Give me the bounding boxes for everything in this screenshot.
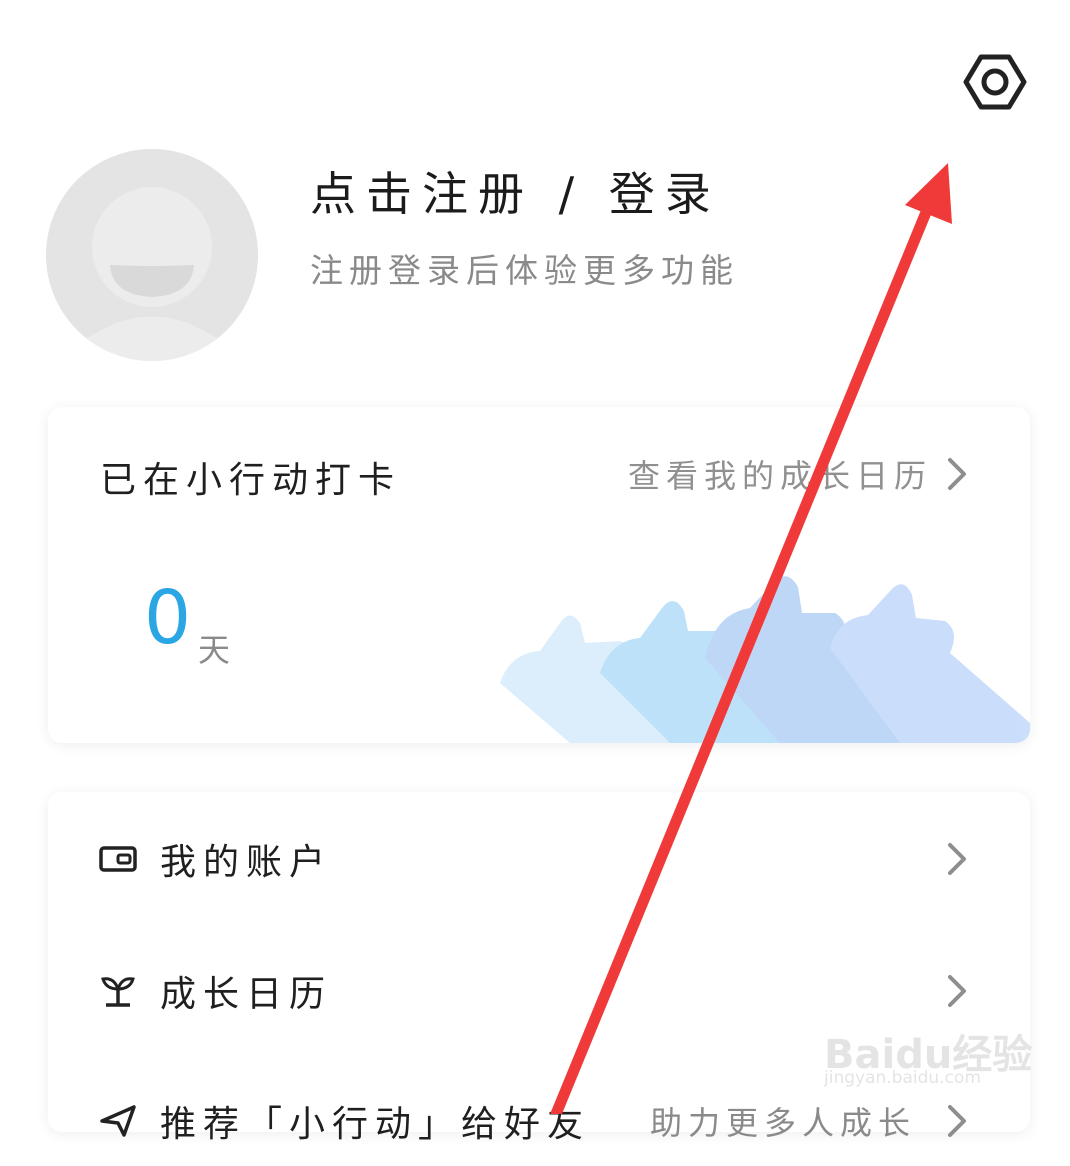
checkin-title: 已在小行动打卡 [100, 460, 402, 501]
watermark-url: jingyan.baidu.com [824, 1068, 981, 1088]
chevron-right-icon [948, 975, 966, 1007]
menu-item-label: 成长日历 [160, 974, 333, 1015]
checkin-card: 已在小行动打卡 查看我的成长日历 0 天 [48, 407, 1030, 743]
menu-item-extra: 助力更多人成长 [650, 1104, 917, 1142]
menu-item-label: 推荐「小行动」给好友 [160, 1104, 591, 1145]
settings-button[interactable] [962, 52, 1028, 112]
thumbs-up-illustration [500, 576, 1030, 743]
menu-item-label: 我的账户 [160, 842, 333, 883]
avatar[interactable] [46, 149, 258, 361]
sprout-icon [101, 977, 135, 1007]
send-icon [100, 1105, 136, 1137]
calendar-link-label: 查看我的成长日历 [627, 457, 932, 495]
checkin-days-unit: 天 [198, 631, 231, 669]
login-title[interactable]: 点击注册 / 登录 [310, 158, 721, 224]
growth-calendar-link[interactable]: 查看我的成长日历 [628, 451, 972, 497]
wallet-icon [99, 846, 137, 872]
checkin-days-count: 0 [144, 575, 192, 661]
gear-icon [963, 54, 1027, 110]
chevron-right-icon [948, 1105, 966, 1137]
chevron-right-icon [948, 458, 966, 490]
login-subtitle: 注册登录后体验更多功能 [310, 251, 739, 290]
chevron-right-icon [948, 843, 966, 875]
baidu-jingyan-watermark: Baidu经验 jingyan.baidu.com [820, 1018, 1032, 1098]
default-avatar-icon [46, 149, 258, 361]
menu-item-my-account[interactable]: 我的账户 [48, 814, 1030, 904]
